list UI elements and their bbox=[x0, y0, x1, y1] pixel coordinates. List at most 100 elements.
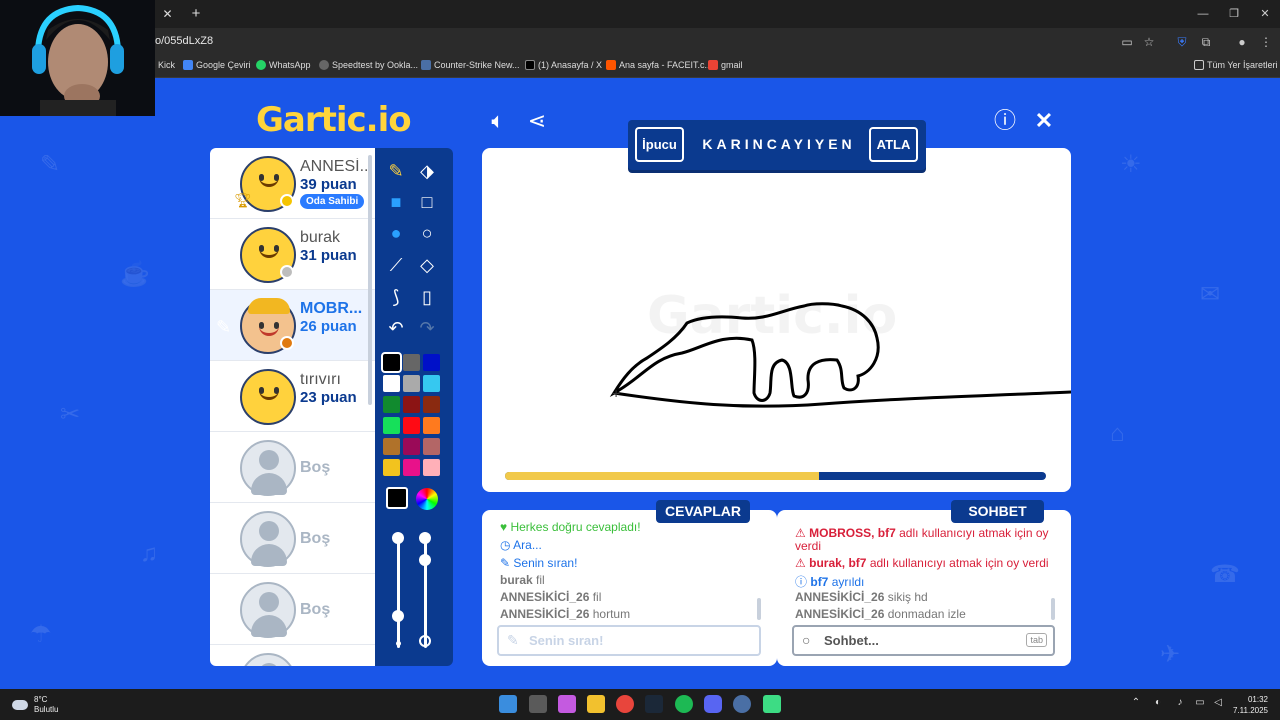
player-row[interactable]: burak 31 puan bbox=[210, 219, 375, 290]
chat-scrollbar[interactable] bbox=[1051, 598, 1055, 620]
rectangle-icon[interactable]: □ bbox=[415, 190, 439, 214]
info-icon[interactable]: ⓘ bbox=[992, 108, 1018, 134]
extensions-icon[interactable]: ⧉ bbox=[1198, 34, 1214, 50]
color-swatch[interactable] bbox=[423, 438, 440, 455]
bookmark-faceit[interactable]: Ana sayfa - FACEIT.c... bbox=[606, 60, 712, 70]
undo-icon[interactable]: ↶ bbox=[384, 316, 408, 340]
app-icon[interactable] bbox=[763, 695, 781, 713]
bookmark-counter-strike[interactable]: Counter-Strike New... bbox=[421, 60, 520, 70]
network-icon[interactable]: ▭ bbox=[1194, 697, 1206, 709]
restore-button[interactable]: ❐ bbox=[1219, 4, 1249, 24]
color-swatch[interactable] bbox=[423, 375, 440, 392]
bookmark-google-translate[interactable]: Google Çeviri bbox=[183, 60, 251, 70]
player-score: 26 puan bbox=[300, 318, 357, 335]
color-swatch[interactable] bbox=[403, 354, 420, 371]
brush-size-slider[interactable] bbox=[397, 538, 400, 648]
filled-circle-icon[interactable]: ● bbox=[384, 221, 408, 245]
player-row[interactable]: 🏆︎ ANNESİ... 39 puan Oda Sahibi bbox=[210, 148, 375, 219]
chat-title[interactable]: SOHBET bbox=[951, 500, 1044, 523]
color-swatch[interactable] bbox=[403, 459, 420, 476]
bookmark-kick[interactable]: Kick bbox=[158, 60, 175, 70]
close-window-button[interactable]: ✕ bbox=[1250, 4, 1280, 24]
app-icon[interactable] bbox=[733, 695, 751, 713]
answers-title[interactable]: CEVAPLAR bbox=[656, 500, 750, 523]
clear-page-icon[interactable]: ▯ bbox=[415, 285, 439, 309]
cast-icon[interactable]: ▭ bbox=[1119, 34, 1135, 50]
answers-scrollbar[interactable] bbox=[757, 598, 761, 620]
line-icon[interactable]: ⟋ bbox=[384, 253, 408, 277]
discord-icon[interactable] bbox=[704, 695, 722, 713]
color-swatch[interactable] bbox=[423, 417, 440, 434]
volume-icon[interactable]: ◁ bbox=[1212, 697, 1224, 709]
opacity-knob[interactable] bbox=[419, 554, 431, 566]
brush-size-knob[interactable] bbox=[392, 532, 404, 544]
redo-icon[interactable]: ↷ bbox=[415, 316, 439, 340]
player-row[interactable]: tırıvırı 23 puan bbox=[210, 361, 375, 432]
color-swatch[interactable] bbox=[383, 375, 400, 392]
bookmark-gmail[interactable]: gmail bbox=[708, 60, 743, 70]
new-tab-button[interactable]: + bbox=[186, 4, 206, 24]
tab-key-hint: tab bbox=[1026, 633, 1047, 647]
color-swatch[interactable] bbox=[383, 459, 400, 476]
url-text[interactable]: o/055dLxZ8 bbox=[155, 35, 213, 47]
bookmarks-bar: Kick Google Çeviri WhatsApp Speedtest by… bbox=[0, 56, 1280, 78]
empty-avatar-icon bbox=[240, 653, 296, 666]
spotify-icon[interactable] bbox=[675, 695, 693, 713]
color-swatch[interactable] bbox=[403, 438, 420, 455]
answer-input[interactable]: ✎ Senin sıran! bbox=[497, 625, 761, 656]
circle-icon[interactable]: ○ bbox=[415, 221, 439, 245]
color-swatch[interactable] bbox=[403, 375, 420, 392]
tab-close-icon[interactable]: ✕ bbox=[155, 4, 180, 24]
color-swatch[interactable] bbox=[403, 396, 420, 413]
eyedropper-icon[interactable]: ⟆ bbox=[384, 285, 408, 309]
sound-icon[interactable]: 🔈︎ bbox=[485, 108, 511, 134]
file-explorer-icon[interactable] bbox=[587, 695, 605, 713]
close-game-icon[interactable]: ✕ bbox=[1031, 108, 1057, 134]
color-swatch[interactable] bbox=[403, 417, 420, 434]
player-row[interactable]: MOBR... 26 puan bbox=[210, 290, 375, 361]
color-swatch[interactable] bbox=[383, 417, 400, 434]
task-view-icon[interactable] bbox=[529, 695, 547, 713]
color-swatch[interactable] bbox=[423, 459, 440, 476]
minimize-button[interactable]: — bbox=[1188, 4, 1218, 24]
start-icon[interactable] bbox=[499, 695, 517, 713]
all-bookmarks[interactable]: Tüm Yer İşaretleri bbox=[1194, 60, 1278, 70]
copilot-icon[interactable] bbox=[558, 695, 576, 713]
fill-bucket-icon[interactable]: ◇ bbox=[415, 253, 439, 277]
brush-size-knob[interactable] bbox=[392, 610, 404, 622]
eraser-icon[interactable]: ⬗ bbox=[415, 159, 439, 183]
players-scrollbar[interactable] bbox=[368, 155, 372, 405]
skip-button[interactable]: ATLA bbox=[869, 127, 918, 162]
shield-icon[interactable]: ⛨ bbox=[1174, 34, 1190, 50]
gartic-logo: Gartic.io bbox=[256, 100, 412, 140]
bookmark-x[interactable]: (1) Anasayfa / X bbox=[525, 60, 602, 70]
steam-icon[interactable] bbox=[645, 695, 663, 713]
chat-message: ⚠ MOBROSS, bf7 adlı kullanıcıyı atmak iç… bbox=[795, 526, 1049, 540]
share-icon[interactable]: ⋖ bbox=[524, 108, 550, 134]
hint-button[interactable]: İpucu bbox=[635, 127, 684, 162]
weather-widget[interactable]: 8°C Bulutlu bbox=[12, 695, 58, 715]
menu-icon[interactable]: ⋮ bbox=[1258, 34, 1274, 50]
tray-chevron-icon[interactable]: ⌃ bbox=[1130, 697, 1142, 709]
profile-icon[interactable]: ● bbox=[1234, 34, 1250, 50]
chrome-icon[interactable] bbox=[616, 695, 634, 713]
color-swatch[interactable] bbox=[383, 396, 400, 413]
color-swatch[interactable] bbox=[423, 396, 440, 413]
color-swatch[interactable] bbox=[381, 352, 402, 373]
color-wheel-icon[interactable] bbox=[416, 488, 438, 510]
opacity-knob[interactable] bbox=[419, 532, 431, 544]
tray-app-icon[interactable]: ◐ bbox=[1152, 697, 1164, 709]
chat-panel: ⚠ MOBROSS, bf7 adlı kullanıcıyı atmak iç… bbox=[777, 510, 1071, 666]
drawing-canvas[interactable]: Gartic.io + bbox=[482, 148, 1071, 492]
filled-rectangle-icon[interactable]: ■ bbox=[384, 190, 408, 214]
chat-input[interactable]: ○ Sohbet... tab bbox=[792, 625, 1055, 656]
microphone-icon[interactable]: ♪ bbox=[1174, 697, 1186, 709]
current-color-swatch[interactable] bbox=[386, 487, 408, 509]
system-clock[interactable]: 01:32 7.11.2025 bbox=[1233, 694, 1268, 716]
color-swatch[interactable] bbox=[383, 438, 400, 455]
bookmark-star-icon[interactable]: ☆ bbox=[1141, 34, 1157, 50]
color-swatch[interactable] bbox=[423, 354, 440, 371]
bookmark-speedtest[interactable]: Speedtest by Ookla... bbox=[319, 60, 418, 70]
bookmark-whatsapp[interactable]: WhatsApp bbox=[256, 60, 311, 70]
pencil-icon[interactable]: ✎ bbox=[384, 159, 408, 183]
